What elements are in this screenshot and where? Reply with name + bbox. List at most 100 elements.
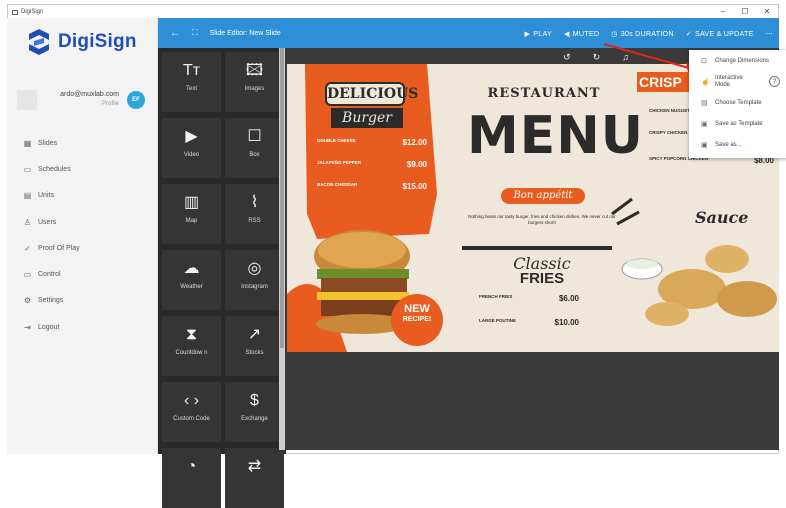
tool-stocks[interactable]: ↗ Stocks — [225, 316, 284, 376]
sidebar-item-label: Users — [38, 218, 57, 226]
more-options-button[interactable]: ⋯ — [766, 29, 773, 38]
clock-icon: ◷ — [611, 28, 618, 38]
monitor-icon: ▭ — [23, 270, 32, 280]
tool-label: RSS — [248, 218, 261, 224]
sidebar-item-control[interactable]: ▭ Control — [23, 261, 80, 287]
sidebar: DigiSign ardo@muxlab.com Profile EF ▦ Sli… — [7, 18, 158, 454]
sidebar-item-logout[interactable]: ⇥ Logout — [23, 314, 80, 340]
tool-text[interactable]: Tт Text — [162, 52, 221, 112]
sidebar-item-slides[interactable]: ▦ Slides — [23, 130, 80, 156]
profile-link[interactable]: Profile — [102, 101, 119, 107]
editor-title: Slide Editor: New Slide — [209, 29, 281, 37]
user-email: ardo@muxlab.com — [60, 91, 119, 98]
menu-item-name: CHICKEN NUGGETS — [649, 108, 694, 113]
tool-images[interactable]: 🖾 Images — [225, 52, 284, 112]
close-button[interactable]: ✕ — [756, 5, 778, 19]
text-icon: Tт — [182, 62, 201, 79]
tool-countdow-n[interactable]: ⧗ Countdow n — [162, 316, 221, 376]
tool-video[interactable]: ▶ Video — [162, 118, 221, 178]
sidebar-item-units[interactable]: ▤ Units — [23, 183, 80, 209]
play-button[interactable]: ▶ PLAY — [525, 29, 552, 38]
sidebar-item-label: Logout — [38, 323, 60, 331]
sidebar-item-label: Proof Of Play — [38, 244, 80, 252]
tool-label: Instagram — [241, 284, 268, 290]
tool-label: Map — [185, 218, 198, 224]
brand-name: DigiSign — [58, 31, 137, 52]
sidebar-item-settings[interactable]: ⚙ Settings — [23, 288, 80, 314]
back-arrow-icon[interactable]: ← — [170, 28, 180, 39]
menu-item-save-as-template[interactable]: ▣ Save as Template — [689, 113, 786, 134]
template-icon: ▤ — [701, 99, 708, 107]
poster-headline-burger: Burger — [331, 108, 403, 128]
scrollbar-thumb[interactable] — [280, 48, 284, 348]
tool-map[interactable]: ▥ Map — [162, 184, 221, 244]
tool-item-12[interactable]: ◔ — [162, 448, 221, 508]
menu-item-name: BACON CHEDDAR — [317, 182, 358, 187]
duration-label: 30s DURATION — [620, 28, 674, 38]
play-label: PLAY — [533, 28, 552, 38]
tool-custom-code[interactable]: ‹ › Custom Code — [162, 382, 221, 442]
user-photo — [17, 90, 37, 110]
user-profile[interactable]: ardo@muxlab.com Profile EF — [17, 88, 149, 116]
sidebar-item-users[interactable]: ♙ Users — [23, 209, 80, 235]
images-icon: 🖾 — [245, 62, 264, 79]
menu-item-name: DOUBLE CHEESE — [317, 138, 356, 143]
fries-price-list: FRENCH FRIES $6.00 LARGE POUTINE $10.00 — [479, 294, 579, 342]
repeat-icon: ⇄ — [247, 458, 262, 475]
gear-icon: ⚙ — [23, 296, 32, 306]
burger-price-list: DOUBLE CHEESE $12.00 JALAPEÑO PEPPER $9.00… — [317, 138, 427, 204]
menu-item-interactive-mode[interactable]: ☝ Interactive Mode? — [689, 71, 786, 92]
menu-item-label: Change Dimensions — [715, 57, 770, 64]
duration-button[interactable]: ◷ 30s DURATION — [611, 29, 673, 38]
avatar[interactable]: EF — [127, 91, 145, 109]
tools-panel: Tт Text 🖾 Images ▶ Video ☐ Box ▥ Map ⌇ RSS ☁ Weather ◎… — [158, 48, 286, 508]
instagram-icon: ◎ — [247, 260, 262, 277]
menu-item: LARGE POUTINE $10.00 — [479, 318, 579, 342]
menu-item-change-dimensions[interactable]: ⊡ Change Dimensions — [689, 50, 786, 71]
sidebar-item-label: Units — [38, 192, 54, 200]
fullscreen-icon[interactable]: ⛶ — [192, 28, 198, 38]
mute-button[interactable]: ◀ MUTED — [564, 29, 599, 38]
tool-box[interactable]: ☐ Box — [225, 118, 284, 178]
tool-label: Custom Code — [173, 416, 210, 422]
tool-exchange[interactable]: $ Exchange — [225, 382, 284, 442]
save-update-button[interactable]: ✓ SAVE & UPDATE — [686, 29, 754, 38]
maximize-button[interactable]: ☐ — [734, 5, 756, 19]
menu-item-price: $10.00 — [554, 318, 579, 327]
weather-icon: ☁ — [183, 260, 200, 277]
sidebar-item-schedules[interactable]: ▭ Schedules — [23, 156, 80, 182]
tool-rss[interactable]: ⌇ RSS — [225, 184, 284, 244]
tool-label: Video — [183, 152, 200, 158]
minimize-button[interactable]: – — [712, 5, 734, 19]
menu-item-price: $12.00 — [402, 138, 427, 147]
units-icon: ▤ — [23, 191, 32, 201]
tool-weather[interactable]: ☁ Weather — [162, 250, 221, 310]
touch-icon: ☝ — [701, 78, 710, 86]
help-icon[interactable]: ? — [769, 76, 780, 87]
options-dropdown: ⊡ Change Dimensions ☝ Interactive Mode? ▤ C… — [689, 50, 786, 158]
menu-item-name: CRISPY CHICKEN — [649, 130, 688, 135]
save-update-label: SAVE & UPDATE — [694, 28, 754, 38]
check-icon: ✓ — [24, 243, 31, 253]
undo-icon[interactable]: ↺ — [563, 52, 571, 63]
poster-menu: MENU — [467, 106, 645, 166]
window-controls: – ☐ ✕ — [712, 5, 778, 19]
menu-item-save-as[interactable]: ▣ Save as... — [689, 134, 786, 155]
clock-icon: ◔ — [186, 458, 197, 475]
tool-label: Exchange — [241, 416, 268, 422]
window-titlebar: DigiSign – ☐ ✕ — [8, 5, 778, 19]
tool-label: Countdow n — [175, 350, 208, 356]
brand-logo[interactable]: DigiSign — [25, 28, 137, 56]
menu-item-choose-template[interactable]: ▤ Choose Template — [689, 92, 786, 113]
tool-instagram[interactable]: ◎ Instagram — [225, 250, 284, 310]
poster-fries: FRIES — [519, 270, 565, 287]
digisign-logo-icon — [29, 29, 49, 55]
check-icon: ✓ — [685, 28, 692, 38]
sidebar-item-label: Schedules — [38, 165, 71, 173]
menu-item-label: Choose Template — [715, 99, 762, 106]
mute-label: MUTED — [572, 28, 600, 38]
tool-item-13[interactable]: ⇄ — [225, 448, 284, 508]
menu-item-price: $15.00 — [402, 182, 427, 191]
menu-item-name: FRENCH FRIES — [479, 294, 513, 299]
sidebar-item-proof-of-play[interactable]: ✓ Proof Of Play — [23, 235, 80, 261]
